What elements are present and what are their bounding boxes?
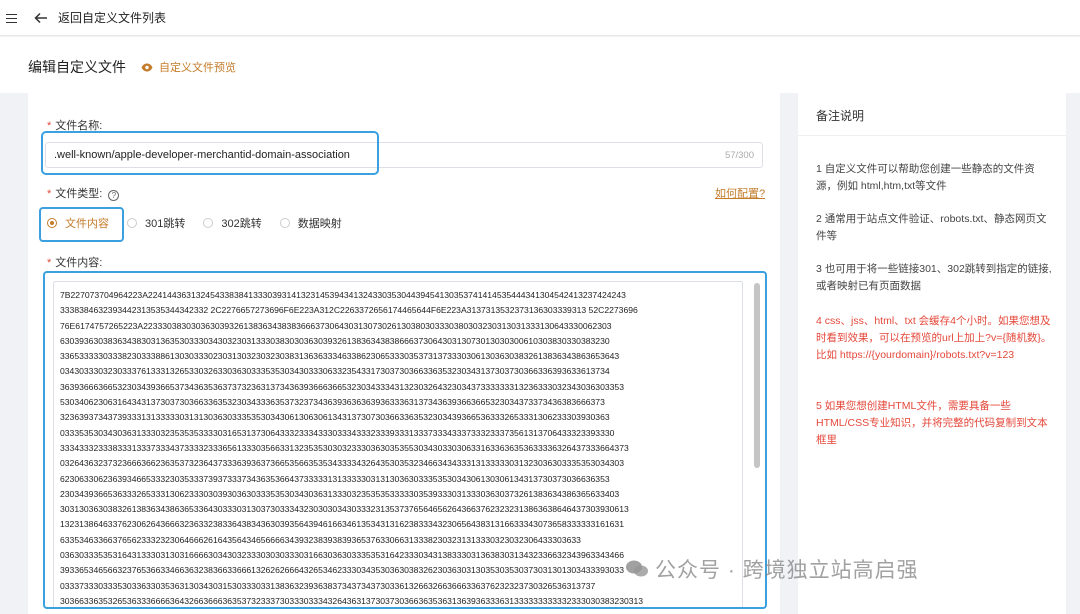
- file-content-label: * 文件内容:: [47, 257, 103, 269]
- content-line: 3338384632393442313535344342332 2C227665…: [60, 305, 638, 316]
- content-line: 3031303630383261383634386365336430333031…: [60, 504, 629, 515]
- watermark-text: 公众号 · 跨境独立站高启强: [655, 559, 919, 582]
- note-4: 4 css、jss、html、txt 会缓存4个小时。如果您想及时看到效果，可以…: [816, 315, 1052, 361]
- edit-form-card: * 文件名称: .well-known/apple-developer-merch…: [28, 93, 780, 614]
- radio-302-redirect[interactable]: 302跳转: [203, 215, 262, 231]
- top-bar: 返回自定义文件列表: [0, 0, 1080, 36]
- preview-link[interactable]: 自定义文件预览: [141, 59, 236, 75]
- note-1: 1 自定义文件可以帮助您创建一些静态的文件资源，例如 html,htm,txt等…: [816, 163, 1035, 192]
- content-line: 76E6174757265223A22333038303036303932613…: [60, 320, 612, 331]
- char-counter: 57/300: [724, 150, 754, 161]
- content-line: 3036633635326536333666636432663666363537…: [60, 595, 644, 606]
- menu-icon[interactable]: [6, 11, 20, 25]
- radio-dot: [279, 218, 290, 228]
- content-line: 6303936303836343830313635303330343032303…: [60, 335, 610, 346]
- back-to-list-link[interactable]: 返回自定义文件列表: [58, 9, 166, 26]
- radio-301-redirect[interactable]: 301跳转: [127, 215, 185, 231]
- content-line: 0333535303430363133303235353533330316531…: [60, 427, 615, 438]
- note-3: 3 也可用于将一些链接301、302跳转到指定的链接,或者映射已有页面数据: [816, 263, 1052, 292]
- content-line: 0326436323732366636623635373236437333639…: [60, 458, 624, 469]
- radio-dot: [127, 218, 137, 228]
- watermark: 公众号 · 跨境独立站高启强: [625, 554, 919, 584]
- content-line: 0343033303230333761333132653303263303630…: [60, 366, 610, 377]
- content-line: 5303406230631643431373037303663363532303…: [60, 397, 605, 408]
- how-to-configure-link[interactable]: 如何配置?: [715, 185, 765, 201]
- file-name-highlight: [41, 131, 379, 175]
- note-5: 5 如果您想创建HTML文件，需要具备一些HTML/CSS专业知识，并将完整的代…: [816, 400, 1048, 446]
- content-line: 3334333233383331333733343733332333656133…: [60, 442, 629, 453]
- page-title: 编辑自定义文件: [28, 59, 126, 75]
- back-arrow-icon[interactable]: [34, 11, 48, 25]
- content-line: 3365333330333823033388613030333023031303…: [60, 351, 620, 362]
- help-icon[interactable]: ?: [108, 190, 120, 201]
- file-type-highlight: [39, 207, 124, 242]
- preview-label: 自定义文件预览: [159, 62, 236, 74]
- content-line: 3639366636653230343936653734363536373732…: [60, 381, 624, 392]
- content-line: 6335346336637656233323230646662616435643…: [60, 534, 581, 545]
- content-line: 1323138646337623062643666323633238336438…: [60, 519, 624, 530]
- content-line: 7B227073704964223A2241443631324543383841…: [60, 290, 626, 300]
- file-type-label: * 文件类型:?: [47, 185, 120, 201]
- page-header: 编辑自定义文件 自定义文件预览: [0, 37, 1080, 93]
- divider: [798, 135, 1066, 136]
- notes-card: 备注说明 1 自定义文件可以帮助您创建一些静态的文件资源，例如 html,htm…: [798, 93, 1066, 614]
- eye-icon: [141, 63, 153, 71]
- content-line: 6230633062363934665333230353337393733373…: [60, 473, 610, 484]
- radio-data-mapping[interactable]: 数据映射: [279, 215, 342, 231]
- wechat-icon: [625, 559, 649, 579]
- note-2: 2 通常用于站点文件验证、robots.txt、静态网页文件等: [816, 213, 1047, 242]
- content-line: 2303439366536333265333130623330303930363…: [60, 488, 620, 499]
- scrollbar-thumb[interactable]: [754, 283, 760, 468]
- notes-title: 备注说明: [816, 109, 865, 123]
- radio-dot: [203, 218, 214, 228]
- content-line: 3236393734373933313133333031313036303335…: [60, 412, 610, 423]
